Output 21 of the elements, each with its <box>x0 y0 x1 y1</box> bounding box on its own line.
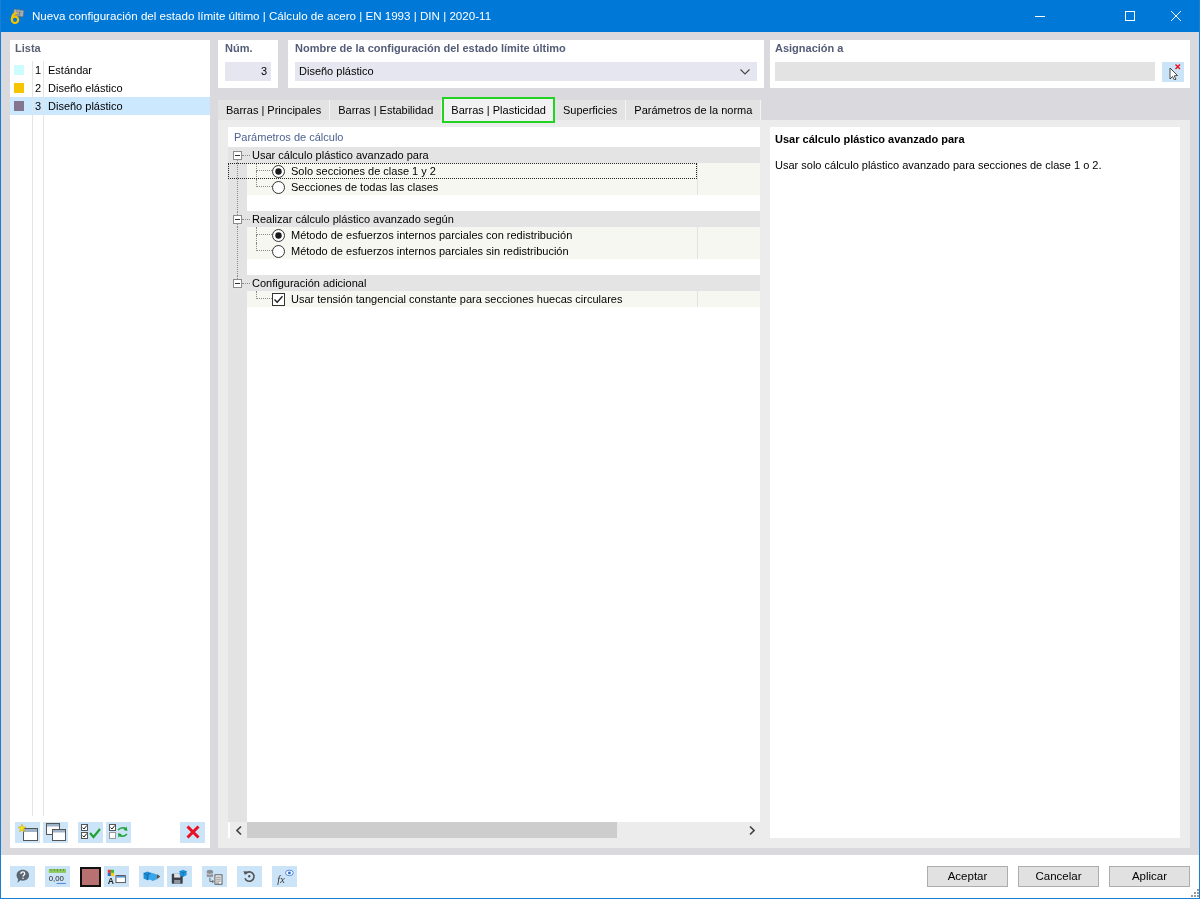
field-label: Asignación a <box>775 41 845 56</box>
info-text: Usar solo cálculo plástico avanzado para secciones de clase 1 o 2. <box>775 158 1103 173</box>
item-name: Diseño elástico <box>47 81 123 96</box>
option-label: Solo secciones de clase 1 y 2 <box>291 164 436 179</box>
option-label: Método de esfuerzos internos parciales sin redistribución <box>291 244 569 259</box>
group-label: Usar cálculo plástico avanzado para <box>252 148 429 163</box>
window-title: Nueva configuración del estado límite último | Cálculo de acero | EN 1993 | DIN | 2020-11 <box>32 8 492 24</box>
group-label: Configuración adicional <box>252 276 367 291</box>
item-number: 1 <box>33 61 44 79</box>
option-label: Secciones de todas las clases <box>291 180 439 195</box>
section-title: Parámetros de cálculo <box>233 130 345 145</box>
option-label: Usar tensión tangencial constante para secciones huecas circulares <box>291 292 623 307</box>
item-name: Estándar <box>47 63 93 78</box>
item-number: 3 <box>33 97 44 115</box>
field-label: Núm. <box>225 41 254 56</box>
info-title: Usar cálculo plástico avanzado para <box>775 132 966 147</box>
panel-title: Lista <box>14 41 42 56</box>
item-name: Diseño plástico <box>47 99 123 114</box>
field-label: Nombre de la configuración del estado límite último <box>295 41 567 56</box>
option-label: Método de esfuerzos internos parciales con redistribución <box>291 228 573 243</box>
group-label: Realizar cálculo plástico avanzado según <box>252 212 454 227</box>
